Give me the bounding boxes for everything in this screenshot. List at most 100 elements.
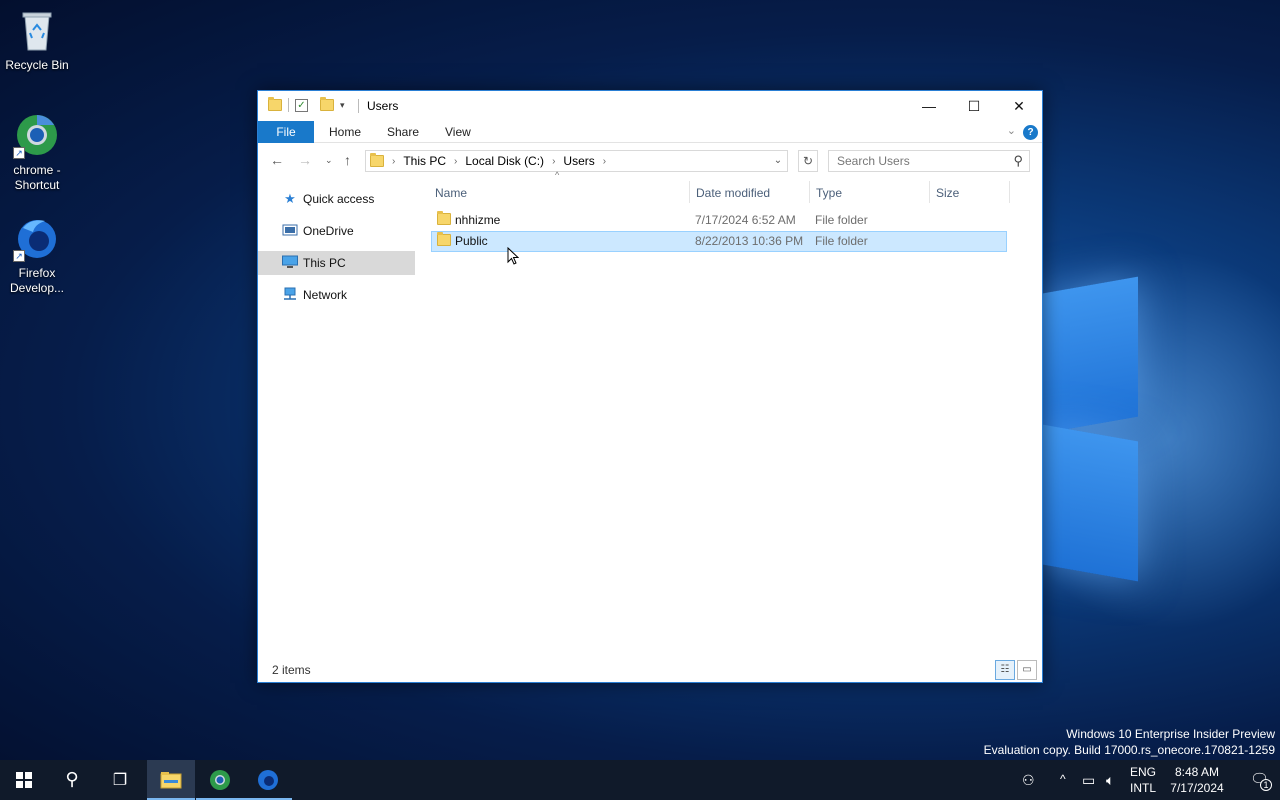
search-placeholder: Search Users <box>837 154 910 168</box>
ribbon-tabs: File Home Share View ⌄ ? <box>258 121 1042 143</box>
search-input[interactable]: Search Users ⚲ <box>828 150 1030 172</box>
clock-date: 7/17/2024 <box>1170 781 1224 795</box>
file-type: File folder <box>815 234 868 248</box>
notification-count-badge: 1 <box>1260 779 1272 791</box>
people-icon[interactable]: ⚇ <box>1022 772 1035 789</box>
sidebar-item-label: OneDrive <box>303 224 354 238</box>
star-icon: ★ <box>284 191 296 206</box>
folder-icon <box>370 153 384 167</box>
sidebar-item-onedrive[interactable]: OneDrive <box>258 219 415 243</box>
taskbar-firefox-developer[interactable] <box>244 760 292 800</box>
tab-home[interactable]: Home <box>315 121 375 143</box>
minimize-button[interactable]: — <box>906 91 952 121</box>
sidebar-item-network[interactable]: Network <box>258 283 415 307</box>
breadcrumb-users[interactable]: Users <box>563 154 594 168</box>
file-date-modified: 7/17/2024 6:52 AM <box>695 213 796 227</box>
forward-arrow-icon[interactable]: → <box>298 152 312 168</box>
chrome-icon: ↗ <box>13 113 59 159</box>
properties-icon[interactable]: ✓ <box>295 98 308 112</box>
mouse-cursor-icon <box>507 247 519 265</box>
large-icons-view-button[interactable]: ▭ <box>1017 660 1037 680</box>
show-hidden-icons-chevron-icon[interactable]: ^ <box>1060 772 1066 786</box>
item-count: 2 items <box>272 663 311 677</box>
column-divider[interactable] <box>809 181 810 203</box>
expand-ribbon-icon[interactable]: ⌄ <box>1007 124 1016 137</box>
start-button[interactable] <box>0 760 48 800</box>
column-header-size[interactable]: Size <box>936 186 959 200</box>
system-tray: ⚇ ^ ▭ 🔈︎ ENG INTL 8:48 AM 7/17/2024 🗨︎ 1 <box>1010 760 1280 800</box>
up-arrow-icon[interactable]: ↑ <box>344 152 351 168</box>
search-icon[interactable]: ⚲ <box>1013 153 1023 169</box>
sidebar-item-label: This PC <box>303 256 346 270</box>
sidebar-item-this-pc[interactable]: This PC <box>258 251 415 275</box>
clock-time: 8:48 AM <box>1174 765 1220 779</box>
sidebar-item-label: Network <box>303 288 348 302</box>
tab-share[interactable]: Share <box>373 121 433 143</box>
breadcrumb-separator-icon[interactable]: › <box>454 156 457 167</box>
column-header-date-modified[interactable]: Date modified <box>696 186 770 200</box>
breadcrumb-separator-icon[interactable]: › <box>392 156 395 167</box>
tab-view[interactable]: View <box>431 121 485 143</box>
breadcrumb-separator-icon[interactable]: › <box>552 156 555 167</box>
desktop-icon-firefox-developer[interactable]: ↗ Firefox Develop... <box>0 216 74 296</box>
large-icons-view-icon: ▭ <box>1022 664 1032 675</box>
action-center-button[interactable]: 🗨︎ 1 <box>1250 770 1272 791</box>
sidebar-item-quick-access[interactable]: ★ Quick access <box>258 187 415 211</box>
refresh-button[interactable]: ↻ <box>798 150 818 172</box>
input-language-indicator[interactable]: ENG INTL <box>1130 764 1156 796</box>
address-dropdown-icon[interactable]: ⌄ <box>769 151 787 171</box>
back-arrow-icon[interactable]: ← <box>270 152 284 168</box>
column-divider[interactable] <box>689 181 690 203</box>
title-bar[interactable]: ✓ ▾ Users — ☐ ✕ <box>258 91 1042 121</box>
window-title: Users <box>367 99 399 113</box>
column-divider[interactable] <box>1009 181 1010 203</box>
help-icon[interactable]: ? <box>1023 125 1038 140</box>
close-button[interactable]: ✕ <box>996 91 1042 121</box>
customize-toolbar-dropdown-icon[interactable]: ▾ <box>340 100 345 111</box>
maximize-button[interactable]: ☐ <box>951 91 997 121</box>
file-date-modified: 8/22/2013 10:36 PM <box>695 234 804 248</box>
search-button[interactable]: ⚲ <box>48 760 96 800</box>
column-divider[interactable] <box>929 181 930 203</box>
divider <box>288 98 289 112</box>
divider <box>358 99 359 113</box>
breadcrumb-separator-icon[interactable]: › <box>603 156 606 167</box>
watermark-line: Windows 10 Enterprise Insider Preview <box>1066 727 1275 741</box>
taskbar-file-explorer[interactable] <box>147 760 195 800</box>
firefox-developer-icon: ↗ <box>13 216 59 262</box>
column-headers: ^ Name Date modified Type Size <box>431 170 1010 205</box>
task-view-button[interactable]: ❐ <box>96 760 144 800</box>
file-row-nhhizme[interactable]: nhhizme 7/17/2024 6:52 AM File folder <box>431 210 1007 231</box>
column-header-type[interactable]: Type <box>816 186 842 200</box>
navigation-bar: ← → ⌄ ↑ › This PC › Local Disk (C:) › Us… <box>258 143 1042 177</box>
breadcrumb-local-disk[interactable]: Local Disk (C:) <box>465 154 544 168</box>
search-icon: ⚲ <box>65 769 79 790</box>
taskbar: ⚲ ❐ ⚇ ^ ▭ 🔈︎ ENG INTL 8:48 AM 7/17/2024 <box>0 760 1280 800</box>
file-explorer-icon <box>160 772 182 789</box>
column-header-name[interactable]: Name <box>435 186 467 200</box>
network-icon <box>282 287 298 303</box>
address-bar[interactable]: › This PC › Local Disk (C:) › Users › ⌄ <box>365 150 788 172</box>
desktop-icon-chrome-shortcut[interactable]: ↗ chrome - Shortcut <box>0 113 74 193</box>
taskbar-chrome[interactable] <box>196 760 244 800</box>
new-folder-icon[interactable] <box>320 97 334 111</box>
file-list: ^ Name Date modified Type Size nhhizme 7… <box>431 170 1010 252</box>
tab-file[interactable]: File <box>258 121 314 143</box>
watermark-line: Evaluation copy. Build 17000.rs_onecore.… <box>983 743 1275 757</box>
recycle-bin-icon <box>15 8 59 52</box>
file-type: File folder <box>815 213 868 227</box>
desktop-icon-label: Firefox Develop... <box>9 266 65 295</box>
folder-icon <box>268 97 282 111</box>
file-explorer-window: ✓ ▾ Users — ☐ ✕ File Home Share View ⌄ ?… <box>257 90 1043 683</box>
desktop-icon-recycle-bin[interactable]: Recycle Bin <box>0 8 74 73</box>
details-view-button[interactable]: ☷ <box>995 660 1015 680</box>
recent-locations-chevron-icon[interactable]: ⌄ <box>325 155 333 166</box>
clock[interactable]: 8:48 AM 7/17/2024 <box>1162 764 1232 796</box>
details-view-icon: ☷ <box>1000 664 1010 675</box>
breadcrumb-this-pc[interactable]: This PC <box>403 154 446 168</box>
volume-muted-icon[interactable]: 🔈︎ <box>1106 772 1114 789</box>
shortcut-arrow-icon: ↗ <box>13 250 25 262</box>
windows-start-icon <box>16 772 32 788</box>
refresh-icon: ↻ <box>802 154 814 168</box>
network-icon[interactable]: ▭ <box>1082 772 1095 789</box>
